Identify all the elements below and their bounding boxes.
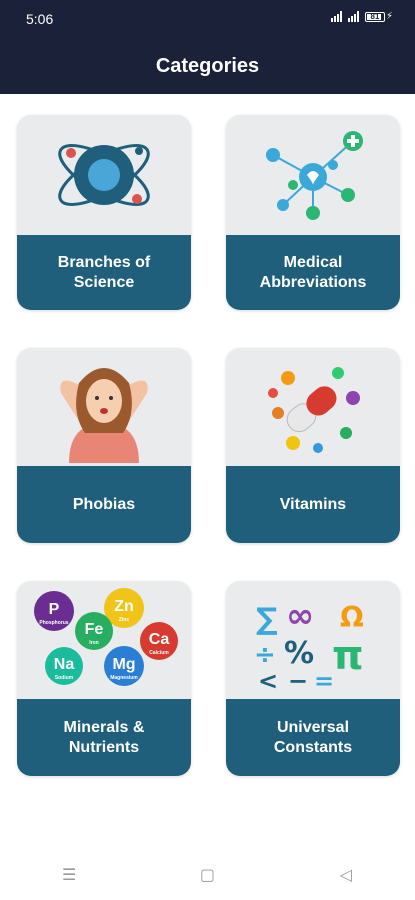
mineral-symbol: Mg [112, 656, 135, 673]
mineral-symbol: Na [54, 656, 75, 673]
mineral-name: Zinc [119, 617, 129, 623]
home-icon[interactable]: ▢ [177, 865, 237, 885]
mineral-name: Sodium [55, 675, 74, 681]
mineral-symbol: Ca [149, 631, 170, 648]
mineral-symbol: Zn [114, 598, 134, 615]
svg-text:=: = [314, 667, 334, 691]
category-label: Vitamins [226, 466, 400, 543]
category-label: Branches of Science [17, 235, 191, 310]
stressed-woman-icon [17, 348, 191, 468]
category-label: Universal Constants [226, 699, 400, 776]
battery-icon: 81 ⚡ [364, 11, 393, 22]
mineral-name: Calcium [149, 650, 169, 656]
category-card-branches-of-science[interactable]: Branches of Science [17, 115, 191, 310]
app-header: 5:06 81 ⚡ Categories [0, 0, 415, 94]
category-label: Minerals & Nutrients [17, 699, 191, 776]
menu-icon[interactable]: ☰ [39, 865, 99, 885]
svg-text:÷: ÷ [254, 640, 276, 670]
svg-text:∑: ∑ [256, 602, 278, 637]
mineral-name: Magnesium [110, 675, 138, 681]
back-icon[interactable]: ◁ [316, 865, 376, 885]
category-card-vitamins[interactable]: Vitamins [226, 348, 400, 543]
atom-icon [17, 115, 191, 235]
svg-text:∞: ∞ [286, 596, 314, 636]
category-label: Phobias [17, 466, 191, 543]
status-icons: 81 ⚡ [330, 11, 393, 22]
category-label: Medical Abbreviations [226, 235, 400, 310]
category-card-minerals-nutrients[interactable]: P Phosphorus Zn Zinc Fe Iron Ca Calcium … [17, 581, 191, 776]
svg-text:<: < [258, 667, 278, 691]
battery-level: 81 [370, 11, 380, 21]
system-nav-bar: ☰ ▢ ◁ [0, 858, 415, 892]
mineral-symbol: Fe [85, 621, 104, 638]
signal-icon [330, 11, 342, 22]
signal-icon [347, 11, 359, 22]
mineral-name: Phosphorus [39, 620, 68, 626]
mineral-elements-icon: P Phosphorus Zn Zinc Fe Iron Ca Calcium … [17, 581, 191, 701]
math-symbols-icon: ∑ ∞ Ω ÷ % π < − = [226, 581, 400, 701]
mineral-name: Iron [89, 640, 98, 646]
svg-text:π: π [332, 633, 364, 679]
charging-icon: ⚡ [385, 11, 393, 22]
svg-text:Ω: Ω [340, 601, 364, 634]
svg-text:%: % [284, 636, 314, 671]
category-card-medical-abbreviations[interactable]: Medical Abbreviations [226, 115, 400, 310]
svg-text:−: − [288, 667, 308, 691]
vitamin-capsule-icon [226, 348, 400, 468]
category-card-universal-constants[interactable]: ∑ ∞ Ω ÷ % π < − = Universal Constants [226, 581, 400, 776]
medical-network-icon [226, 115, 400, 235]
status-time: 5:06 [26, 11, 54, 27]
mineral-symbol: P [49, 601, 60, 618]
category-card-phobias[interactable]: Phobias [17, 348, 191, 543]
page-title: Categories [155, 55, 260, 77]
